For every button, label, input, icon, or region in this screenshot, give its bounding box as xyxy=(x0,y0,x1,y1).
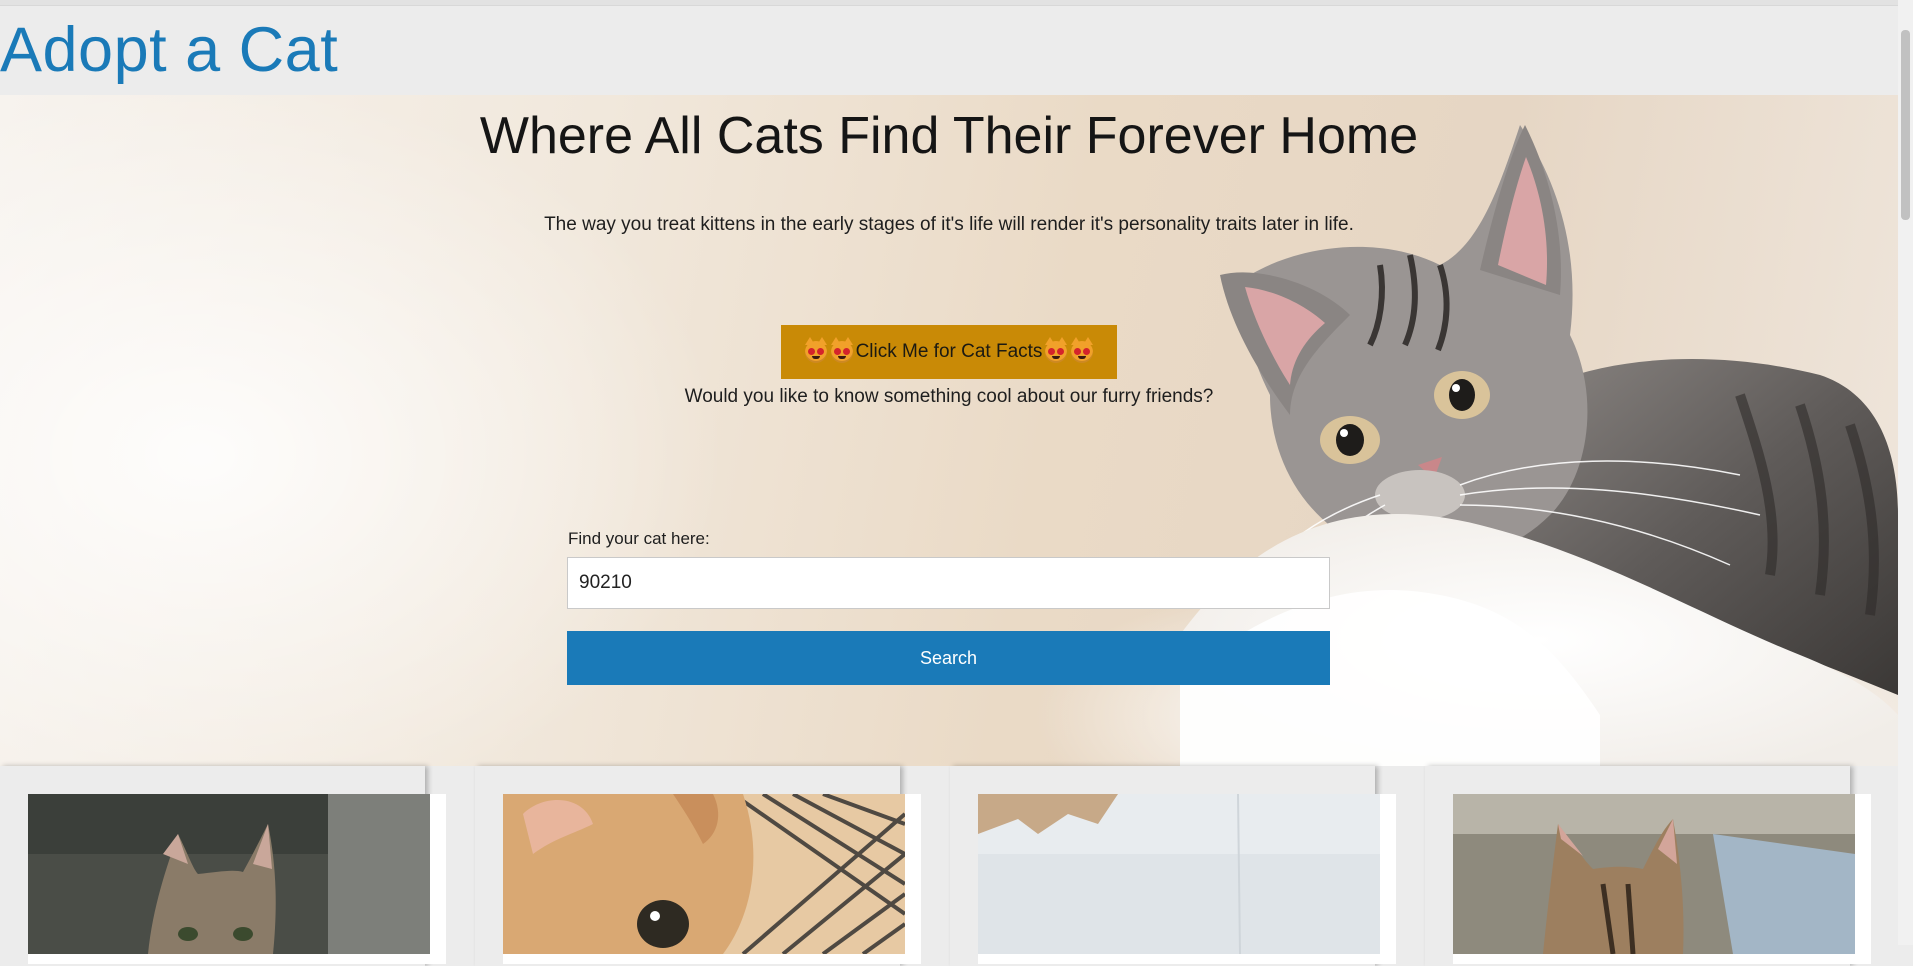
kitten-photo-tabby-2[interactable] xyxy=(1453,794,1855,954)
cat-card-body xyxy=(1453,794,1871,964)
kitten-photo-tabby[interactable] xyxy=(28,794,430,954)
cat-card[interactable] xyxy=(1425,766,1871,966)
site-title[interactable]: Adopt a Cat xyxy=(0,14,338,86)
kitten-photo-orange[interactable] xyxy=(503,794,905,954)
hero-section: Where All Cats Find Their Forever Home T… xyxy=(0,95,1898,766)
cat-facts-prompt: Would you like to know something cool ab… xyxy=(684,386,1214,407)
cat-card[interactable] xyxy=(950,766,1396,966)
cat-face-icon xyxy=(830,337,853,363)
cat-face-icon xyxy=(1071,337,1094,363)
cat-face-icon xyxy=(1045,337,1068,363)
cat-card-body xyxy=(978,794,1396,964)
search-button[interactable]: Search xyxy=(567,631,1330,685)
cat-card-body xyxy=(503,794,921,964)
cat-card-body xyxy=(28,794,446,964)
scrollbar-thumb[interactable] xyxy=(1901,30,1910,220)
search-label: Find your cat here: xyxy=(568,529,710,548)
page-scrollbar[interactable] xyxy=(1898,0,1913,945)
cat-card[interactable] xyxy=(475,766,921,966)
cat-face-icon xyxy=(804,337,827,363)
kitten-photo-white[interactable] xyxy=(978,794,1380,954)
zip-search-input[interactable] xyxy=(567,557,1330,609)
hero-subtitle: The way you treat kittens in the early s… xyxy=(544,214,1354,235)
top-border xyxy=(0,0,1898,6)
hero-heading: Where All Cats Find Their Forever Home xyxy=(479,107,1419,165)
cat-facts-button-label: Click Me for Cat Facts xyxy=(855,341,1043,362)
cat-card-grid xyxy=(0,766,1898,966)
cat-card[interactable] xyxy=(0,766,446,966)
cat-facts-button[interactable]: Click Me for Cat Facts xyxy=(781,325,1117,379)
